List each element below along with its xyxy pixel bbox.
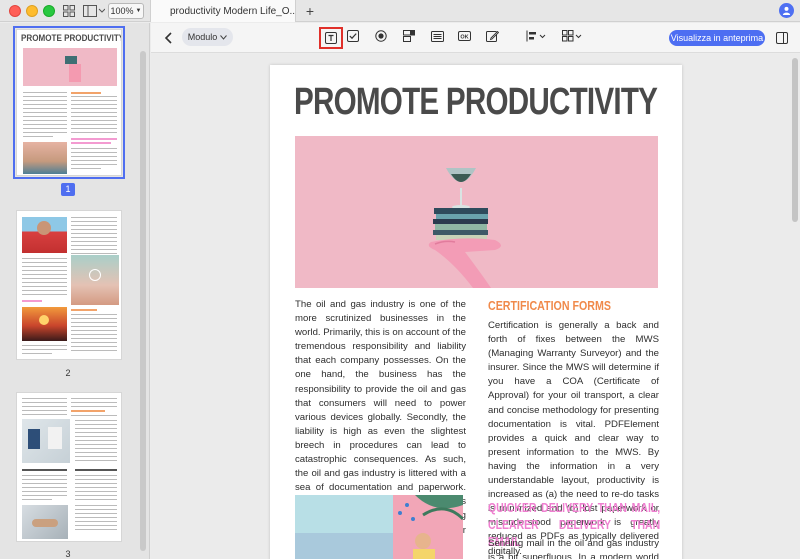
thumbnail-image: [22, 505, 68, 539]
chevron-down-icon: ▼: [135, 8, 142, 14]
thumbnail-panel: PROMOTE PRODUCTIVITY 1 2 3: [0, 23, 150, 559]
document-page: PROMOTE PRODUCTIVITY The oil and gas ind…: [270, 65, 682, 559]
chevron-down-icon: [220, 34, 228, 40]
panel-icon: [776, 32, 788, 44]
thumbnail-page-3[interactable]: [16, 392, 122, 542]
zoom-window-button[interactable]: [43, 5, 55, 17]
sidebar-toggle-icon[interactable]: [82, 3, 106, 19]
thumbnail-image: [71, 255, 119, 305]
content-image: [295, 495, 463, 559]
distribute-tool[interactable]: [561, 29, 583, 43]
signature-tool[interactable]: [485, 29, 499, 43]
align-tool[interactable]: [525, 29, 547, 43]
grid-icon: [562, 30, 582, 42]
grid-view-icon[interactable]: [62, 3, 76, 19]
document-scrollbar[interactable]: [792, 58, 798, 222]
thumbnail-scrollbar[interactable]: [140, 51, 146, 551]
list-box-icon: [430, 30, 444, 42]
thumbnail-page-number: 1: [61, 183, 75, 196]
combo-box-tool[interactable]: [402, 29, 416, 43]
chevron-left-icon: [164, 32, 172, 44]
thumbnail-page-number: 2: [65, 368, 71, 378]
signature-icon: [485, 30, 499, 42]
back-button[interactable]: [161, 30, 175, 46]
button-tool[interactable]: OK: [457, 29, 471, 43]
svg-text:OK: OK: [460, 34, 468, 40]
new-tab-button[interactable]: +: [303, 2, 317, 20]
hero-image: [295, 136, 658, 288]
button-icon: OK: [457, 31, 471, 41]
close-window-button[interactable]: [9, 5, 21, 17]
align-icon: [526, 30, 546, 42]
plus-icon: +: [305, 3, 315, 19]
right-panel-toggle[interactable]: [776, 31, 790, 45]
delivery-paragraph: Sending mail in the oil and gas industry…: [488, 538, 659, 559]
form-toolbar: Modulo OK Visualizza in anteprima: [151, 23, 800, 53]
thumbnail-image: [23, 142, 67, 174]
page-title: PROMOTE PRODUCTIVITY: [294, 81, 658, 123]
zoom-select[interactable]: 100% ▼: [108, 3, 144, 19]
radio-button-icon: [375, 30, 387, 42]
thumbnail-page-number: 3: [65, 549, 71, 559]
thumbnail-image: [22, 419, 70, 463]
thumbnail-hero-image: [23, 48, 117, 86]
text-field-icon: [325, 32, 337, 44]
text-field-tool[interactable]: [319, 27, 343, 49]
radio-button-tool[interactable]: [374, 29, 388, 43]
document-tab[interactable]: productivity Modern Life_O...: [150, 0, 296, 22]
checkbox-icon: [347, 30, 359, 42]
zoom-value: 100%: [110, 6, 134, 16]
thumbnail-page-2[interactable]: [16, 210, 122, 360]
tab-title: productivity Modern Life_O...: [170, 5, 296, 17]
mode-label: Modulo: [187, 32, 218, 42]
mode-select[interactable]: Modulo: [182, 28, 233, 46]
thumbnail-page-1[interactable]: PROMOTE PRODUCTIVITY: [13, 26, 125, 179]
checkbox-tool[interactable]: [346, 29, 360, 43]
minimize-window-button[interactable]: [26, 5, 38, 17]
window-titlebar: 100% ▼ productivity Modern Life_O... +: [0, 0, 800, 22]
certification-heading: CERTIFICATION FORMS: [488, 298, 611, 313]
thumbnail-image: [22, 307, 67, 341]
document-canvas: PROMOTE PRODUCTIVITY The oil and gas ind…: [151, 54, 800, 559]
thumbnail-image: [22, 217, 67, 253]
user-avatar[interactable]: [779, 3, 794, 18]
user-icon: [782, 6, 791, 15]
list-box-tool[interactable]: [430, 29, 444, 43]
preview-button[interactable]: Visualizza in anteprima: [669, 30, 765, 46]
combo-box-icon: [403, 30, 415, 42]
thumbnail-title: PROMOTE PRODUCTIVITY: [21, 33, 122, 44]
